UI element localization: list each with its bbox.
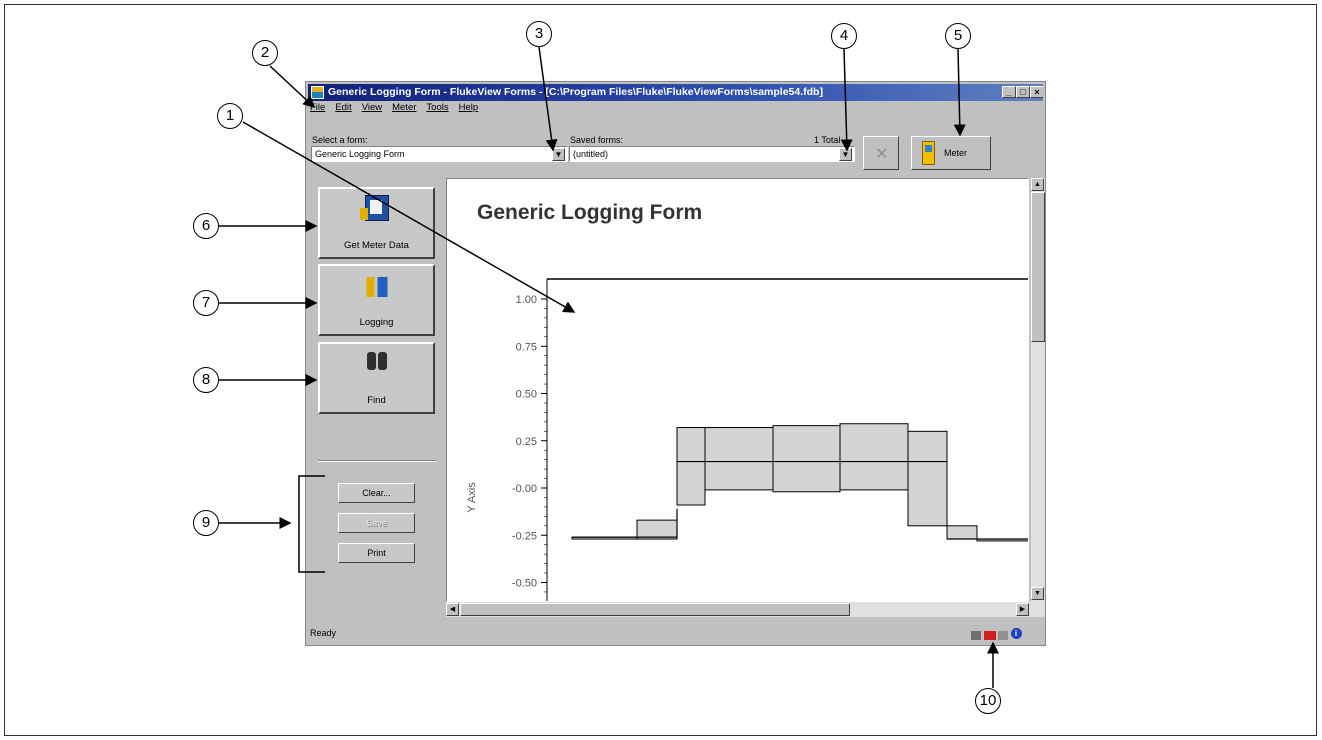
leader-2: [269, 65, 316, 109]
callout-leaders: [219, 46, 999, 688]
leader-3: [538, 46, 558, 152]
leader-4: [840, 48, 853, 152]
bracket-9: [298, 475, 325, 573]
leader-1: [242, 121, 576, 313]
leader-5: [953, 48, 966, 137]
